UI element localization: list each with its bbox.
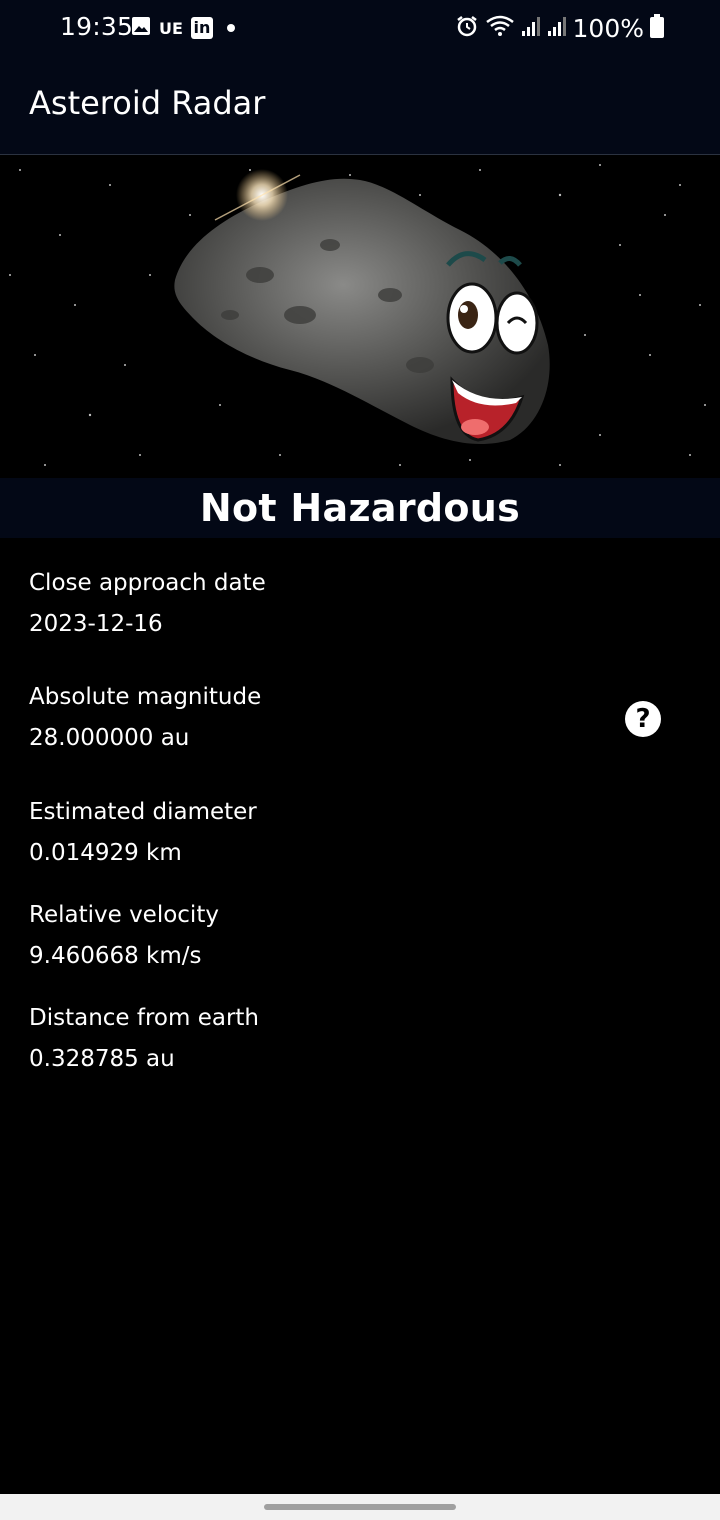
distance-from-earth-section: Distance from earth 0.328785 au: [29, 1003, 259, 1074]
close-approach-value: 2023-12-16: [29, 611, 163, 637]
app-title: Asteroid Radar: [29, 84, 266, 122]
gallery-icon: [131, 16, 151, 40]
linkedin-icon: in: [190, 17, 213, 39]
absolute-magnitude-label: Absolute magnitude: [29, 684, 262, 710]
status-time: 19:35: [60, 12, 134, 41]
close-approach-section: Close approach date 2023-12-16: [29, 568, 266, 639]
estimated-diameter-label: Estimated diameter: [29, 799, 257, 825]
help-circle-icon[interactable]: ?: [625, 701, 661, 737]
notification-icons: UE in: [131, 16, 235, 40]
battery-percent: 100%: [572, 13, 644, 43]
hazard-status-banner: Not Hazardous: [0, 478, 720, 538]
screen: 19:35 UE in 100% Asteroid Radar Not Haza…: [0, 0, 720, 1520]
distance-from-earth-label: Distance from earth: [29, 1005, 260, 1031]
status-bar: 19:35 UE in 100%: [0, 0, 720, 56]
distance-from-earth-value: 0.328785 au: [29, 1046, 175, 1072]
system-icons: 100%: [455, 12, 664, 44]
alarm-icon: [455, 14, 479, 42]
battery-icon: [650, 14, 664, 42]
home-indicator[interactable]: [264, 1504, 456, 1510]
wifi-icon: [485, 14, 515, 42]
relative-velocity-value: 9.460668 km/s: [29, 943, 202, 969]
absolute-magnitude-value: 28.000000 au: [29, 725, 190, 751]
close-approach-label: Close approach date: [29, 570, 266, 596]
navigation-bar: [0, 1494, 720, 1520]
app-bar: Asteroid Radar: [0, 56, 720, 155]
relative-velocity-label: Relative velocity: [29, 902, 219, 928]
asteroid-happy-image: [0, 155, 720, 478]
signal-icon: [521, 15, 541, 41]
ue-icon: UE: [159, 18, 183, 38]
dot-icon: [226, 24, 235, 32]
signal-icon: [547, 15, 567, 41]
hazard-status-label: Not Hazardous: [199, 486, 521, 530]
estimated-diameter-value: 0.014929 km: [29, 840, 182, 866]
absolute-magnitude-section: Absolute magnitude 28.000000 au: [29, 682, 261, 753]
relative-velocity-section: Relative velocity 9.460668 km/s: [29, 900, 219, 971]
estimated-diameter-section: Estimated diameter 0.014929 km: [29, 797, 257, 868]
